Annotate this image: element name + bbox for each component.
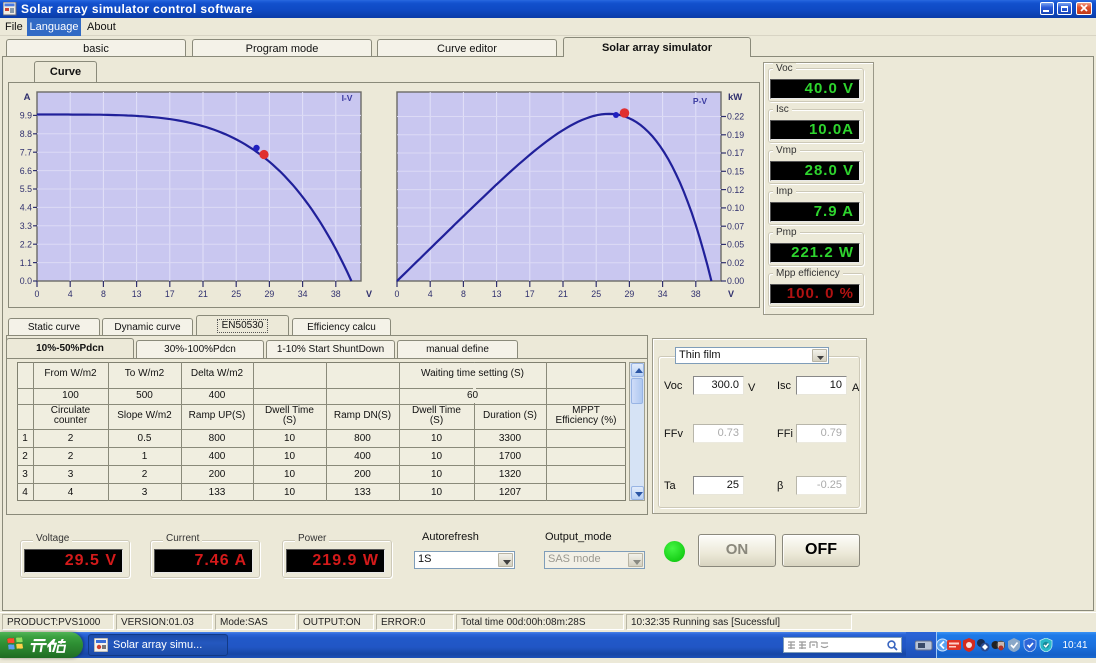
svg-text:0.0: 0.0 [20,276,32,286]
svg-text:8.8: 8.8 [20,129,32,139]
svg-text:25: 25 [231,289,241,299]
svg-text:9.9: 9.9 [20,111,32,121]
svg-text:0.15: 0.15 [727,167,744,177]
svg-text:29: 29 [625,289,635,299]
svg-text:13: 13 [492,289,502,299]
svg-text:A: A [24,92,31,103]
svg-text:V: V [728,289,734,299]
svg-text:25: 25 [591,289,601,299]
svg-text:0: 0 [35,289,40,299]
svg-text:8: 8 [101,289,106,299]
svg-text:6.6: 6.6 [20,166,32,176]
svg-text:8: 8 [461,289,466,299]
svg-text:0.22: 0.22 [727,112,744,122]
svg-text:3.3: 3.3 [20,221,32,231]
svg-text:38: 38 [331,289,341,299]
svg-text:0.12: 0.12 [727,185,744,195]
svg-text:kW: kW [728,92,742,103]
svg-text:13: 13 [132,289,142,299]
svg-text:34: 34 [298,289,308,299]
svg-text:P-V: P-V [693,96,708,106]
svg-text:17: 17 [165,289,175,299]
svg-text:I-V: I-V [342,93,353,103]
svg-text:38: 38 [691,289,701,299]
svg-text:0.00: 0.00 [727,276,744,286]
svg-text:2.2: 2.2 [20,239,32,249]
svg-text:34: 34 [658,289,668,299]
svg-text:21: 21 [558,289,568,299]
svg-text:0.07: 0.07 [727,221,744,231]
svg-text:1.1: 1.1 [20,258,32,268]
svg-text:7.7: 7.7 [20,147,32,157]
svg-text:4.4: 4.4 [20,203,32,213]
svg-text:0.17: 0.17 [727,148,744,158]
svg-text:0.19: 0.19 [727,130,744,140]
svg-text:0.05: 0.05 [727,240,744,250]
svg-text:5.5: 5.5 [20,184,32,194]
svg-text:4: 4 [428,289,433,299]
svg-text:4: 4 [68,289,73,299]
svg-text:29: 29 [265,289,275,299]
svg-text:0.10: 0.10 [727,203,744,213]
svg-text:0.02: 0.02 [727,258,744,268]
svg-text:21: 21 [198,289,208,299]
svg-text:0: 0 [395,289,400,299]
svg-text:V: V [366,289,372,299]
svg-text:17: 17 [525,289,535,299]
